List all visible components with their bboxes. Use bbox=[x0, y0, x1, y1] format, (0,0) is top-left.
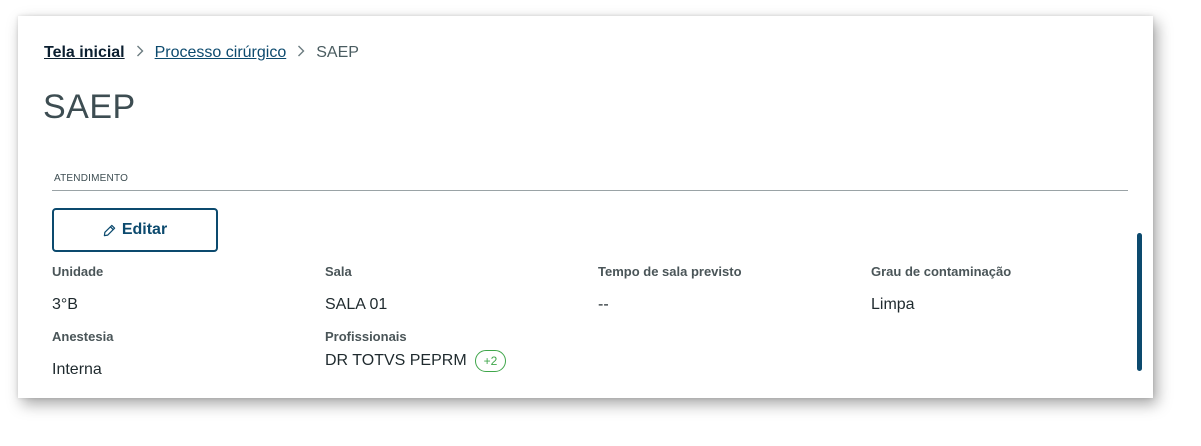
grau-contaminacao-value: Limpa bbox=[871, 296, 915, 313]
breadcrumb: Tela inicial Processo cirúrgico SAEP bbox=[44, 44, 359, 62]
chevron-right-icon bbox=[297, 45, 305, 61]
section-divider bbox=[52, 190, 1128, 191]
unidade-value: 3°B bbox=[52, 296, 78, 313]
section-label: ATENDIMENTO bbox=[54, 173, 129, 184]
unidade-label: Unidade bbox=[52, 264, 104, 279]
tempo-sala-value: -- bbox=[598, 296, 609, 313]
anestesia-value: Interna bbox=[52, 361, 102, 378]
more-professionals-badge[interactable]: +2 bbox=[474, 350, 507, 372]
pencil-icon bbox=[103, 224, 116, 237]
chevron-right-icon bbox=[136, 45, 144, 61]
anestesia-label: Anestesia bbox=[52, 329, 114, 344]
sala-value: SALA 01 bbox=[325, 296, 388, 313]
breadcrumb-parent-link[interactable]: Processo cirúrgico bbox=[155, 44, 287, 62]
breadcrumb-current: SAEP bbox=[316, 44, 359, 61]
profissionais-label: Profissionais bbox=[325, 329, 407, 344]
scrollbar-thumb[interactable] bbox=[1137, 233, 1142, 371]
profissionais-value: DR TOTVS PEPRM bbox=[325, 352, 467, 369]
page-title: SAEP bbox=[43, 88, 136, 126]
grau-contaminacao-label: Grau de contaminação bbox=[871, 264, 1012, 279]
sala-label: Sala bbox=[325, 264, 352, 279]
edit-button-label: Editar bbox=[121, 221, 168, 238]
edit-button[interactable]: Editar bbox=[52, 208, 218, 252]
breadcrumb-home-link[interactable]: Tela inicial bbox=[44, 44, 125, 62]
tempo-sala-label: Tempo de sala previsto bbox=[598, 264, 742, 279]
profissionais-row: DR TOTVS PEPRM +2 bbox=[325, 350, 507, 372]
page-card: Tela inicial Processo cirúrgico SAEP SAE… bbox=[18, 16, 1153, 398]
